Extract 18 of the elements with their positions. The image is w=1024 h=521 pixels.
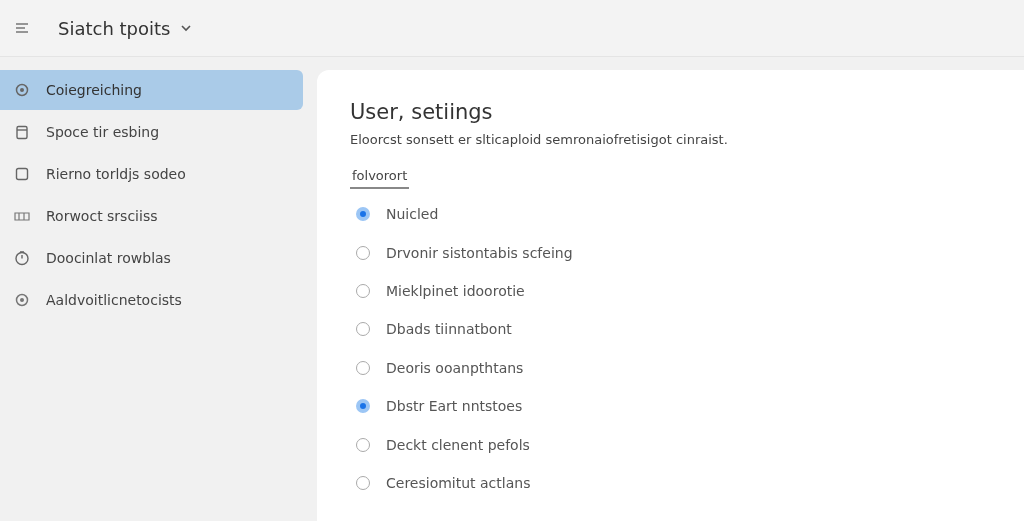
sidebar-item[interactable]: Rierno torldjs sodeo <box>0 154 303 194</box>
option-label: Dbstr Eart nntstoes <box>386 398 523 415</box>
option-label: Deckt clenent pefols <box>386 436 530 453</box>
app-title: Siatch tpoits <box>58 17 171 39</box>
option-label: Mieklpinet idoorotie <box>386 282 525 299</box>
sidebar-item[interactable]: Doocinlat rowblas <box>0 238 303 278</box>
sidebar-item[interactable]: Spoce tir esbing <box>0 112 303 152</box>
sidebar-item[interactable]: Coiegreiching <box>0 70 303 110</box>
option-label: Ceresiomitut actlans <box>386 474 531 491</box>
page-title: User, setiings <box>350 100 494 124</box>
option-label: Deoris ooanpthtans <box>386 359 524 376</box>
option-label: Drvonir sistontabis scfeing <box>386 244 573 261</box>
description: Eloorcst sonsett er slticaploid semronaiofretisigot cinraist. <box>350 132 729 147</box>
sidebar-item[interactable]: Aaldvoitlicnetocists <box>0 280 303 320</box>
sidebar-item[interactable]: Rorwoct srsciiss <box>0 196 303 236</box>
tab[interactable]: folvorort <box>350 168 410 189</box>
option-label: Nuicled <box>386 206 439 223</box>
option-label: Dbads tiinnatbont <box>386 321 512 338</box>
